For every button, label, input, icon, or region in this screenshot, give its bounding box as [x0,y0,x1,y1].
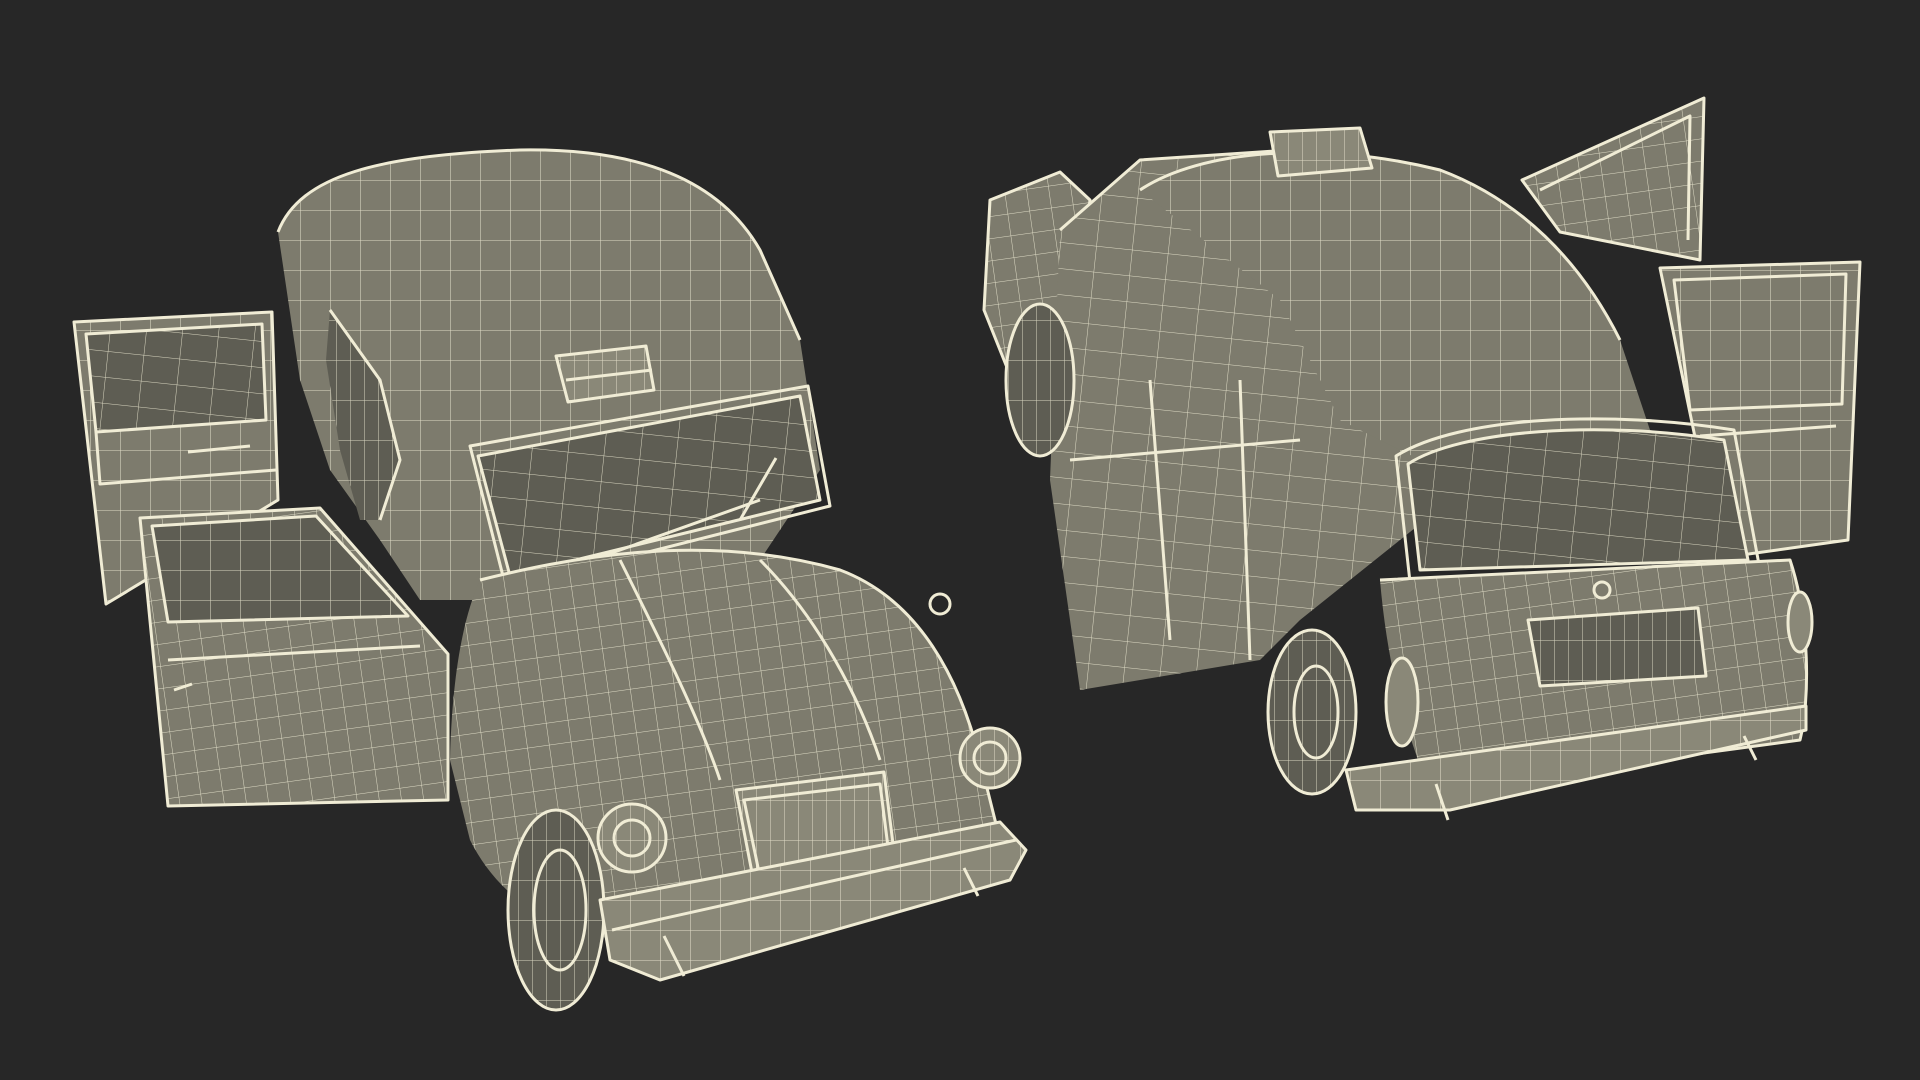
taxi-rear-view [982,96,1862,821]
taxi-front-view [72,148,1028,1012]
render-viewport [0,0,1920,1080]
wireframe-render [72,96,1862,1012]
front-wheel [506,808,606,1012]
rear-roof-sign [1268,126,1374,178]
far-door-open [1520,96,1706,262]
